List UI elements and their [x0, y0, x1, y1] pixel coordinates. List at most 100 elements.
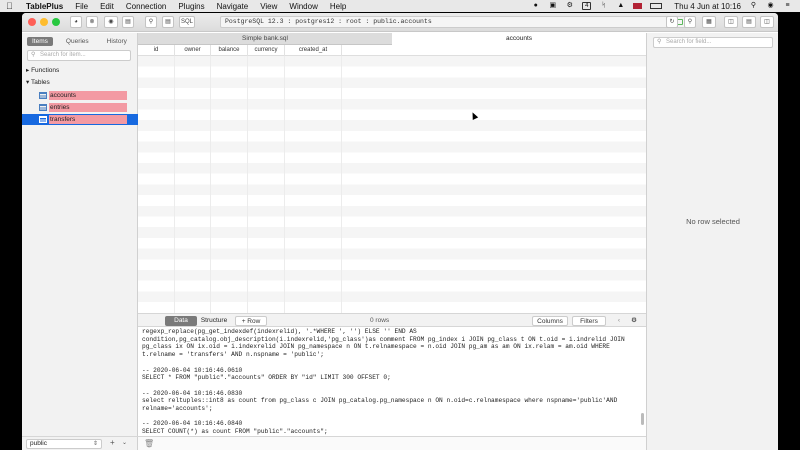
sidebar-item-transfers[interactable]: transfers: [22, 114, 138, 125]
tab-items[interactable]: Items: [27, 37, 53, 46]
table-icon: [39, 116, 47, 123]
toggle-console-icon[interactable]: ▤: [742, 16, 756, 28]
stop-icon[interactable]: ⊗: [86, 16, 98, 28]
siri-icon[interactable]: ◉: [766, 2, 775, 10]
table-icon: [39, 92, 47, 99]
menu-view[interactable]: View: [260, 2, 277, 11]
grid-footer: Data Structure + Row 0 rows Columns Filt…: [138, 313, 646, 327]
battery-icon[interactable]: [650, 3, 663, 9]
tree-group-tables[interactable]: ▾ Tables: [26, 78, 50, 86]
schema-select[interactable]: public ⇕: [26, 439, 102, 449]
item-search-placeholder: Search for item...: [40, 52, 86, 58]
column-divider: [174, 56, 175, 313]
tools-icon[interactable]: ⚙: [565, 2, 574, 10]
query-log-console[interactable]: regexp_replace(pg_get_indexdef(indexreli…: [138, 328, 646, 448]
history-icon[interactable]: ▤: [122, 16, 134, 28]
flag-icon[interactable]: [633, 3, 643, 9]
settings-gear-icon[interactable]: ⚙: [629, 316, 639, 326]
console-footer: 🗑: [138, 436, 646, 450]
menu-plugins[interactable]: Plugins: [178, 2, 204, 11]
filters-button[interactable]: Filters: [572, 316, 606, 326]
tree-group-label: Functions: [31, 67, 60, 74]
trash-icon[interactable]: 🗑: [144, 439, 154, 448]
editor-tab-bar: Simple bank.sql accounts: [138, 33, 646, 45]
search-icon: ⚲: [657, 39, 662, 45]
close-window-button[interactable]: [28, 18, 36, 26]
app-menu[interactable]: TablePlus: [26, 2, 63, 11]
main-content: Simple bank.sql accounts id owner balanc…: [138, 33, 646, 450]
previous-page-icon[interactable]: ‹: [614, 316, 624, 326]
tab-queries[interactable]: Queries: [61, 37, 94, 46]
menu-connection[interactable]: Connection: [126, 2, 166, 11]
zoom-window-button[interactable]: [52, 18, 60, 26]
add-item-button[interactable]: +: [110, 438, 115, 447]
row-detail-panel: ⚲ Search for field... No row selected: [646, 33, 778, 450]
tab-history[interactable]: History: [102, 37, 132, 46]
tree-group-label: Tables: [30, 79, 50, 86]
item-search-input[interactable]: ⚲ Search for item...: [27, 50, 131, 61]
grid-header: id owner balance currency created_at: [138, 45, 646, 56]
menu-edit[interactable]: Edit: [100, 2, 114, 11]
app-window: ◕ ⊗ ◉ ▤ ⚲ ▤ SQL PostgreSQL 12.3 : postgr…: [22, 13, 778, 450]
sidebar-item-entries[interactable]: entries: [22, 102, 138, 113]
control-center-icon[interactable]: ≡: [783, 2, 792, 10]
add-row-button[interactable]: + Row: [235, 316, 267, 326]
menubar-clock[interactable]: Thu 4 Jun at 10:16: [674, 2, 741, 11]
console-scrollbar[interactable]: [641, 413, 644, 425]
preview-icon[interactable]: ◉: [104, 16, 118, 28]
wifi-icon[interactable]: ▲: [616, 2, 625, 10]
sidebar-item-accounts[interactable]: accounts: [22, 90, 138, 101]
bluetooth-icon[interactable]: ᛋ: [599, 2, 608, 10]
column-divider: [210, 56, 211, 313]
column-header-balance[interactable]: balance: [211, 45, 248, 56]
record-icon[interactable]: ●: [531, 2, 540, 10]
structure-view-button[interactable]: Structure: [198, 316, 230, 326]
column-divider: [284, 56, 285, 313]
tab-simple-bank-sql[interactable]: Simple bank.sql: [138, 33, 392, 45]
columns-label: Columns: [537, 318, 563, 325]
refresh-icon[interactable]: ↻: [666, 16, 678, 28]
menu-navigate[interactable]: Navigate: [217, 2, 249, 11]
spotlight-icon[interactable]: ⚲: [749, 2, 758, 10]
connection-info-bar: PostgreSQL 12.3 : postgres12 : root : pu…: [220, 16, 688, 28]
data-view-button[interactable]: Data: [165, 316, 197, 326]
data-grid-rows[interactable]: [138, 56, 646, 313]
sql-editor-button[interactable]: SQL: [179, 16, 195, 28]
column-divider: [247, 56, 248, 313]
lock-icon[interactable]: ⚲: [145, 16, 157, 28]
grid-view-icon[interactable]: ▦: [702, 16, 716, 28]
field-search-placeholder: Search for field...: [666, 39, 712, 45]
search-icon[interactable]: ⚲: [684, 16, 696, 28]
tab-accounts[interactable]: accounts: [392, 33, 646, 45]
window-controls: [28, 18, 60, 26]
sidebar-footer: public ⇕ + ⌄: [22, 436, 138, 450]
column-header-id[interactable]: id: [138, 45, 175, 56]
columns-button[interactable]: Columns: [532, 316, 568, 326]
column-header-currency[interactable]: currency: [248, 45, 285, 56]
menu-file[interactable]: File: [75, 2, 88, 11]
notification-badge[interactable]: 4: [582, 2, 592, 10]
chevron-down-icon[interactable]: ⌄: [122, 439, 127, 446]
toggle-sidebar-icon[interactable]: ◫: [724, 16, 738, 28]
tree-group-functions[interactable]: ▸ Functions: [26, 66, 59, 74]
sidebar-item-label: entries: [49, 103, 127, 112]
column-header-created-at[interactable]: created_at: [285, 45, 342, 56]
menu-help[interactable]: Help: [330, 2, 346, 11]
field-search-input[interactable]: ⚲ Search for field...: [653, 37, 773, 48]
sidebar-item-label: accounts: [49, 91, 127, 100]
chevron-updown-icon: ⇕: [92, 441, 98, 447]
database-icon[interactable]: ▤: [162, 16, 174, 28]
menu-window[interactable]: Window: [289, 2, 317, 11]
schema-select-value: public: [30, 440, 47, 447]
row-count: 0 rows: [370, 317, 390, 324]
chevron-right-icon: ▸: [26, 67, 30, 74]
docker-icon[interactable]: ▣: [548, 2, 557, 10]
apple-icon[interactable]: : [6, 1, 16, 11]
connection-status-icon[interactable]: ◕: [70, 16, 82, 28]
minimize-window-button[interactable]: [40, 18, 48, 26]
table-icon: [39, 104, 47, 111]
column-header-owner[interactable]: owner: [175, 45, 211, 56]
column-divider: [341, 56, 342, 313]
toggle-detail-panel-icon[interactable]: ◫: [760, 16, 774, 28]
sidebar-item-label: transfers: [49, 115, 127, 124]
